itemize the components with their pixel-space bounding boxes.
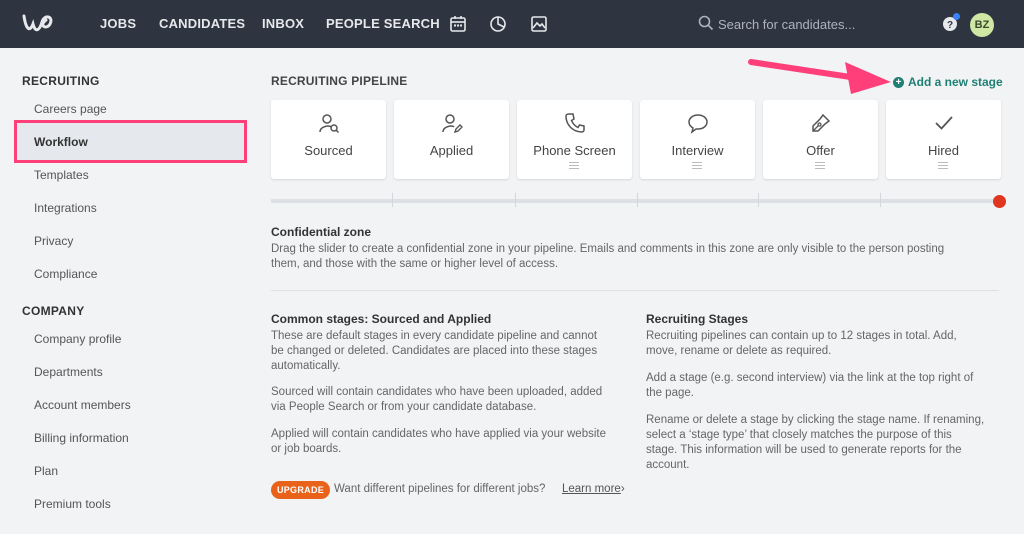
stage-card-offer[interactable]: Offer [763,100,878,179]
paragraph-line: automatically. [271,360,341,372]
sidebar: RECRUITING Careers page Workflow Templat… [0,48,250,534]
add-stage-link[interactable]: + Add a new stage [893,75,1003,89]
learn-more-label: Learn more [562,483,621,495]
confidential-zone-title: Confidential zone [271,225,371,239]
recruiting-stages-paragraph: Recruiting pipelines can contain up to 1… [646,329,1006,359]
logo-icon[interactable] [20,10,60,38]
avatar[interactable]: BZ [970,13,994,37]
sidebar-item-privacy[interactable]: Privacy [34,234,73,248]
sidebar-item-company-profile[interactable]: Company profile [34,332,121,346]
slider-tick [392,193,393,207]
paragraph-line: Add a stage (e.g. second interview) via … [646,372,974,384]
checkmark-icon [935,116,953,130]
learn-more-link[interactable]: Learn more› [562,483,625,495]
drag-handle-icon[interactable] [692,162,702,169]
stage-card-hired[interactable]: Hired [886,100,1001,179]
add-stage-paragraph: Add a stage (e.g. second interview) via … [646,371,1006,401]
applied-paragraph: Applied will contain candidates who have… [271,427,631,457]
paragraph-line: select a ‘stage type’ that closely match… [646,429,952,441]
rename-stage-paragraph: Rename or delete a stage by clicking the… [646,413,1006,473]
upgrade-badge[interactable]: UPGRADE [271,481,330,499]
stage-card-interview[interactable]: Interview [640,100,755,179]
calendar-icon[interactable] [449,15,467,33]
chevron-right-icon: › [620,483,625,495]
sidebar-item-templates[interactable]: Templates [34,168,89,182]
slider-tick [515,193,516,207]
sidebar-item-plan[interactable]: Plan [34,464,58,478]
annotation-arrow-icon [748,59,891,94]
stage-label[interactable]: Interview [640,143,755,158]
nav-people-search[interactable]: PEOPLE SEARCH [326,16,440,31]
common-stages-title: Common stages: Sourced and Applied [271,312,492,326]
image-icon[interactable] [530,15,548,33]
user-edit-icon [442,114,463,134]
recruiting-stages-title: Recruiting Stages [646,312,749,326]
sidebar-item-compliance[interactable]: Compliance [34,267,97,281]
paragraph-line: stage. This information will be used to … [646,444,962,456]
confidential-slider-track[interactable] [271,199,999,203]
add-stage-label: Add a new stage [908,75,1003,89]
sidebar-item-integrations[interactable]: Integrations [34,201,97,215]
sourced-paragraph: Sourced will contain candidates who have… [271,385,631,415]
sidebar-item-departments[interactable]: Departments [34,365,103,379]
nav-jobs[interactable]: JOBS [100,16,136,31]
nav-inbox[interactable]: INBOX [262,16,304,31]
notification-dot [953,13,960,20]
pie-chart-icon[interactable] [489,15,507,33]
sidebar-item-careers-page[interactable]: Careers page [34,102,107,116]
stage-label[interactable]: Applied [394,143,509,158]
paragraph-line: or job boards. [271,443,342,455]
drag-handle-icon[interactable] [569,162,579,169]
stage-label[interactable]: Offer [763,143,878,158]
stage-label[interactable]: Sourced [271,143,386,158]
sidebar-heading-company: COMPANY [22,304,85,318]
sidebar-item-premium-tools[interactable]: Premium tools [34,497,111,511]
confidential-zone-description: Drag the slider to create a confidential… [271,242,1006,272]
slider-tick [637,193,638,207]
paragraph-line: be changed or deleted. Candidates are pl… [271,345,598,357]
sidebar-item-billing-information[interactable]: Billing information [34,431,129,445]
drag-handle-icon[interactable] [938,162,948,169]
stage-card-sourced[interactable]: Sourced [271,100,386,179]
paragraph-line: Drag the slider to create a confidential… [271,243,945,255]
svg-text:?: ? [947,20,953,31]
stage-card-phone-screen[interactable]: Phone Screen [517,100,632,179]
page-title: RECRUITING PIPELINE [271,74,408,88]
stage-card-applied[interactable]: Applied [394,100,509,179]
sidebar-item-account-members[interactable]: Account members [34,398,131,412]
paragraph-line: Rename or delete a stage by clicking the… [646,414,985,426]
paragraph-line: via People Search or from your candidate… [271,401,537,413]
upgrade-prompt: Want different pipelines for different j… [334,483,546,495]
slider-tick [758,193,759,207]
paragraph-line: Recruiting pipelines can contain up to 1… [646,330,957,342]
sidebar-item-label: Workflow [34,135,88,149]
confidential-slider-handle[interactable] [993,195,1006,208]
pen-nib-icon [812,113,831,132]
stage-label[interactable]: Hired [886,143,1001,158]
paragraph-line: the page. [646,387,694,399]
paragraph-line: These are default stages in every candid… [271,330,598,342]
search-input[interactable] [718,12,918,36]
search-icon [698,15,714,31]
divider [271,290,999,291]
paragraph-line: them, and those with the same or higher … [271,258,559,270]
drag-handle-icon[interactable] [815,162,825,169]
slider-tick [880,193,881,207]
sidebar-heading-recruiting: RECRUITING [22,74,100,88]
paragraph-line: Sourced will contain candidates who have… [271,386,603,398]
stage-label[interactable]: Phone Screen [517,143,632,158]
chat-bubble-icon [688,114,708,134]
user-search-icon [319,114,340,134]
paragraph-line: account. [646,459,690,471]
paragraph-line: move, rename or delete as required. [646,345,832,357]
nav-candidates[interactable]: CANDIDATES [159,16,245,31]
paragraph-line: Applied will contain candidates who have… [271,428,606,440]
top-navbar: JOBS CANDIDATES INBOX PEOPLE SEARCH ? BZ [0,0,1024,48]
sidebar-item-workflow[interactable]: Workflow [14,120,247,163]
common-stages-paragraph: These are default stages in every candid… [271,329,631,374]
phone-icon [565,113,585,133]
